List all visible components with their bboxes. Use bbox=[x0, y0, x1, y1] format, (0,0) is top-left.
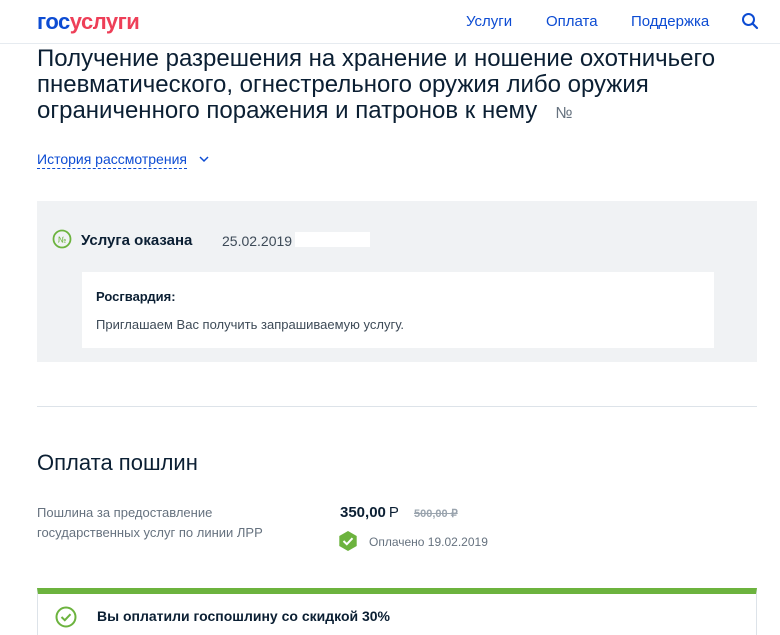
search-icon[interactable] bbox=[741, 12, 759, 30]
status-date: 25.02.2019 bbox=[222, 233, 293, 249]
section-divider bbox=[37, 406, 757, 407]
svg-text:№: № bbox=[58, 236, 67, 245]
page-title-text: Получение разрешения на хранение и ношен… bbox=[37, 45, 716, 124]
fee-currency: Р bbox=[388, 504, 399, 521]
paid-check-icon bbox=[339, 531, 357, 551]
paid-status: Оплачено 19.02.2019 bbox=[369, 535, 488, 549]
history-link[interactable]: История рассмотрения bbox=[37, 151, 187, 169]
message-card: Росгвардия: Приглашаем Вас получить запр… bbox=[82, 272, 714, 348]
chevron-down-icon[interactable] bbox=[198, 153, 210, 165]
fee-description: Пошлина за предоставление государственны… bbox=[37, 505, 263, 540]
fee-price-value: 350,00 bbox=[340, 504, 386, 521]
check-circle-icon bbox=[55, 606, 77, 628]
payment-section-title: Оплата пошлин bbox=[37, 450, 198, 475]
redacted-area bbox=[295, 232, 370, 247]
top-header: госуслуги Услуги Оплата Поддержка bbox=[0, 0, 780, 44]
status-label: Услуга оказана bbox=[81, 232, 193, 249]
application-number: № bbox=[555, 105, 573, 122]
message-org: Росгвардия: bbox=[96, 289, 176, 304]
discount-notice: Вы оплатили госпошлину со скидкой 30% bbox=[37, 588, 757, 635]
gosuslugi-logo[interactable]: госуслуги bbox=[37, 9, 140, 35]
status-done-icon: № bbox=[52, 229, 72, 249]
discount-text: Вы оплатили госпошлину со скидкой 30% bbox=[97, 608, 391, 624]
message-text: Приглашаем Вас получить запрашиваемую ус… bbox=[96, 317, 405, 332]
nav-services[interactable]: Услуги bbox=[466, 13, 512, 30]
status-panel: № Услуга оказана 25.02.2019 Росгвардия: … bbox=[37, 201, 757, 362]
fee-price: 350,00 Р bbox=[340, 504, 399, 521]
nav-support[interactable]: Поддержка bbox=[631, 13, 709, 30]
nav-payment[interactable]: Оплата bbox=[546, 13, 598, 30]
fee-old-price: 500,00 ₽ bbox=[414, 508, 458, 520]
page-title: Получение разрешения на хранение и ношен… bbox=[37, 46, 757, 127]
